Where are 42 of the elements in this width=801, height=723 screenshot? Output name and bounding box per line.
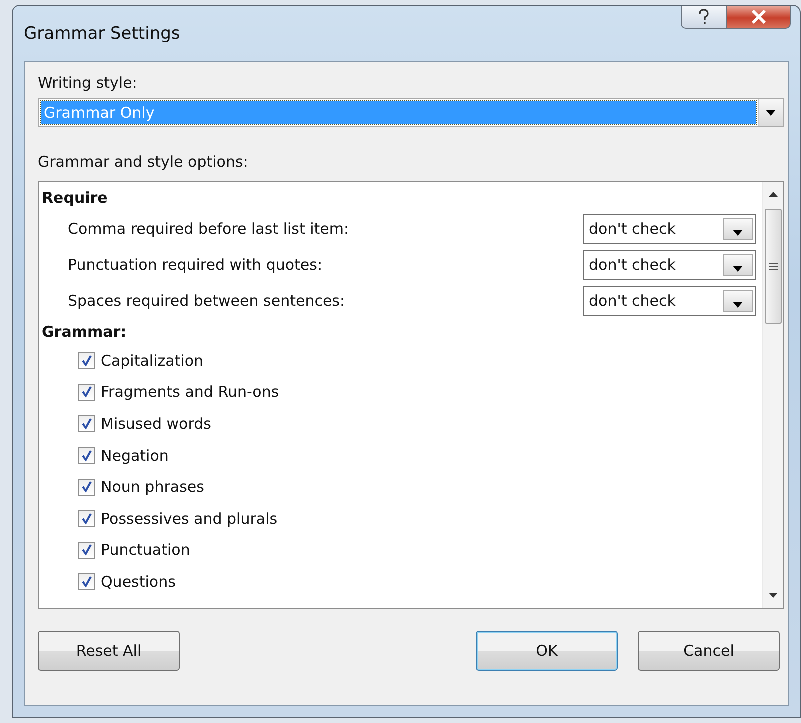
checkbox[interactable]: [78, 415, 95, 432]
help-icon: [697, 9, 711, 25]
option-label: Possessives and plurals: [101, 510, 278, 528]
close-button[interactable]: [727, 6, 791, 29]
close-icon: [750, 10, 766, 24]
checkbox[interactable]: [78, 447, 95, 464]
checkbox[interactable]: [78, 542, 95, 559]
scroll-down-icon[interactable]: [768, 593, 778, 598]
option-label: Punctuation: [101, 541, 190, 560]
option-dropdown[interactable]: don't check: [583, 250, 756, 280]
checkbox[interactable]: [78, 384, 95, 401]
section-heading: Grammar:: [42, 322, 128, 343]
option-label: Punctuation required with quotes:: [68, 256, 323, 274]
option-label: Questions: [101, 572, 176, 591]
option-label: Comma required before last list item:: [68, 220, 350, 238]
dialog-button[interactable]: OK: [476, 631, 618, 671]
option-label: Capitalization: [101, 352, 204, 370]
option-dropdown[interactable]: don't check: [583, 286, 756, 316]
dropdown-arrow-icon: [766, 110, 776, 116]
options-label: Grammar and style options:: [38, 153, 250, 173]
dialog-button[interactable]: Cancel: [638, 631, 780, 671]
dropdown-arrow-icon: [733, 266, 743, 272]
dropdown-arrow-icon: [733, 230, 743, 236]
scrollbar[interactable]: [762, 182, 783, 608]
option-label: Fragments and Run-ons: [101, 383, 280, 402]
checkbox[interactable]: [78, 573, 95, 590]
help-button[interactable]: [681, 6, 727, 29]
section-heading: Require: [42, 188, 109, 209]
scrollbar-thumb[interactable]: [764, 209, 782, 324]
option-label: Misused words: [101, 414, 212, 433]
dropdown-arrow-icon: [733, 302, 743, 308]
reset-all-button[interactable]: Reset All: [38, 631, 180, 671]
window-title: Grammar Settings: [24, 24, 180, 44]
option-label: Noun phrases: [101, 478, 204, 496]
checkbox[interactable]: [78, 510, 95, 528]
scroll-up-icon[interactable]: [768, 192, 778, 197]
writing-style-label: Writing style:: [38, 74, 138, 94]
checkbox[interactable]: [78, 352, 95, 370]
option-dropdown[interactable]: don't check: [583, 214, 756, 244]
option-label: Spaces required between sentences:: [68, 292, 346, 310]
checkbox[interactable]: [78, 478, 95, 496]
option-label: Negation: [101, 446, 169, 465]
